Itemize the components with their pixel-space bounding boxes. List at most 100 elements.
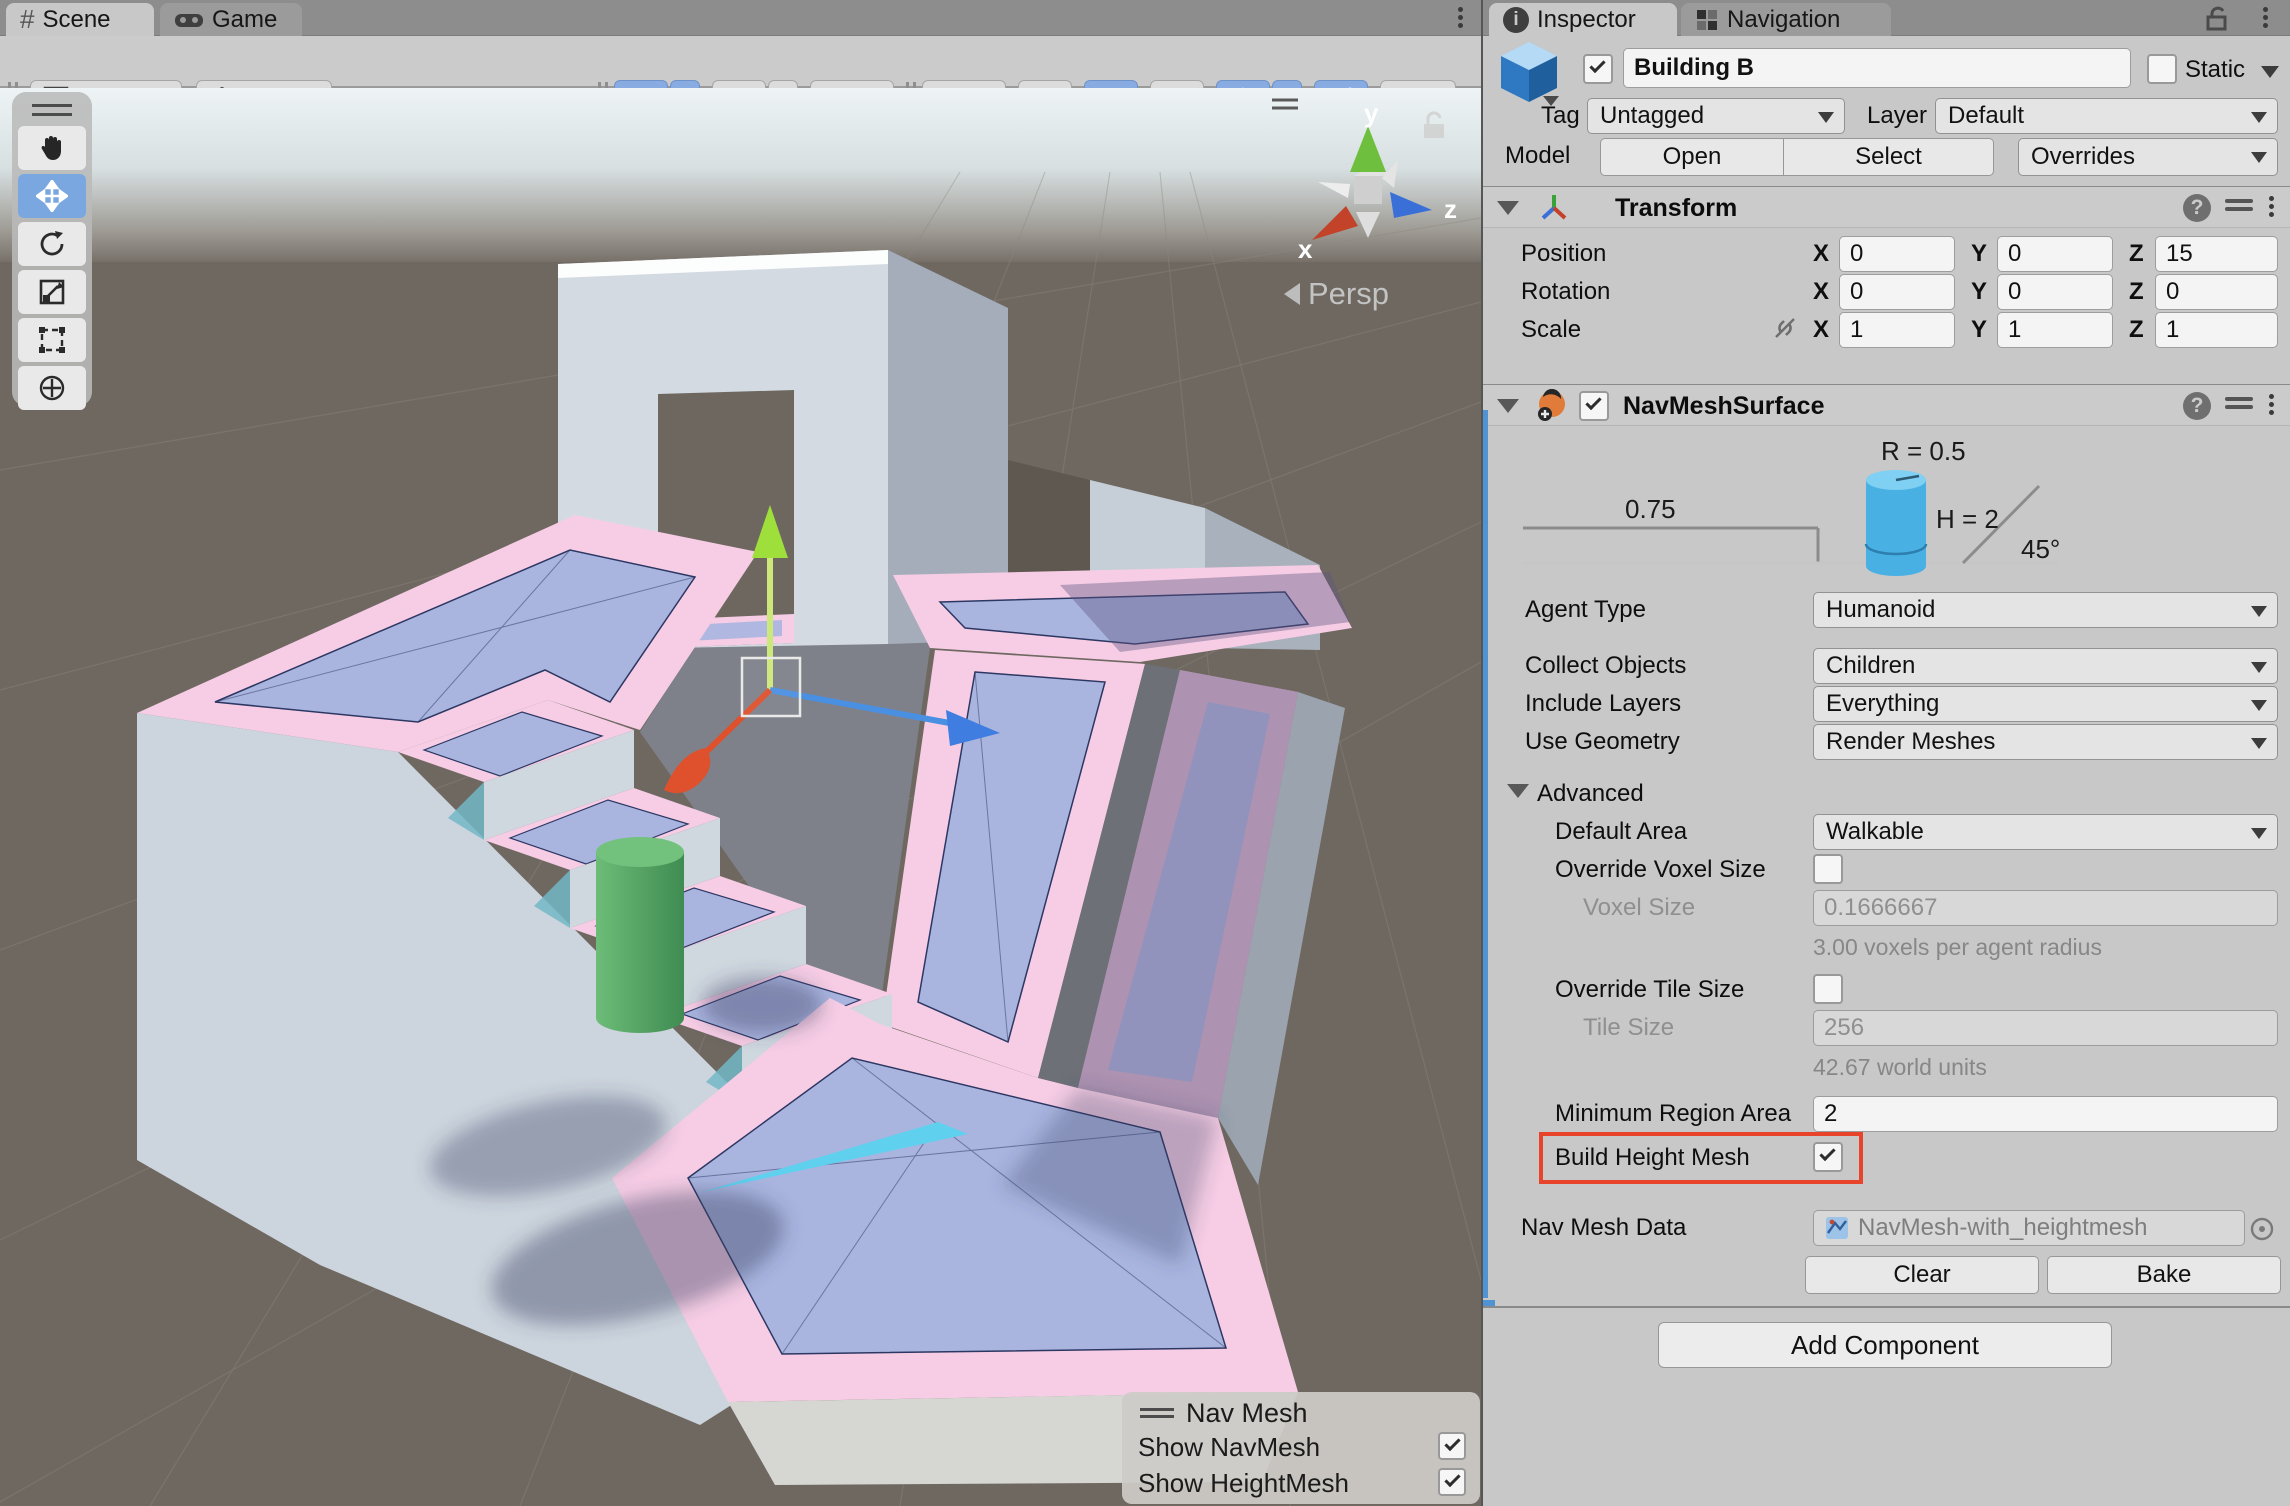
tab-scene[interactable]: # Scene <box>6 3 154 36</box>
active-checkbox[interactable] <box>1583 54 1613 84</box>
axis-y: Y <box>1971 278 1987 306</box>
navmesh-legend-overlay: Nav Mesh Show NavMesh Show HeightMesh <box>1122 1392 1480 1504</box>
voxel-size-hint: 3.00 voxels per agent radius <box>1813 934 2102 961</box>
scene-toolbar: Center Local <box>0 36 1481 88</box>
object-picker-icon[interactable] <box>2249 1216 2275 1242</box>
rect-tool-button[interactable] <box>18 318 86 362</box>
agent-type-dropdown[interactable]: Humanoid <box>1813 592 2278 628</box>
help-icon[interactable]: ? <box>2183 194 2211 222</box>
presets-icon[interactable] <box>2225 393 2253 419</box>
inspector-pane: i Inspector Navigation Building B Static… <box>1483 0 2290 1506</box>
component-enabled-checkbox[interactable] <box>1579 391 1609 421</box>
position-label: Position <box>1521 240 1606 268</box>
rotation-x-field[interactable]: 0 <box>1839 274 1955 310</box>
navigation-icon <box>1695 8 1719 32</box>
navmeshsurface-icon <box>1535 389 1569 423</box>
persp-label: Persp <box>1308 276 1389 311</box>
tag-dropdown[interactable]: Untagged <box>1587 98 1845 134</box>
clear-button[interactable]: Clear <box>1805 1256 2039 1294</box>
component-menu-icon[interactable] <box>2269 394 2274 399</box>
diagram-height-label: H = 2 <box>1936 504 1999 534</box>
legend-handle-icon[interactable] <box>1140 1408 1174 1418</box>
component-menu-icon[interactable] <box>2269 196 2274 201</box>
navmeshsurface-header[interactable]: NavMeshSurface ? <box>1483 384 2290 426</box>
scene-tab-menu-icon[interactable] <box>1458 7 1463 12</box>
override-tile-checkbox[interactable] <box>1813 974 1843 1004</box>
help-icon[interactable]: ? <box>2183 392 2211 420</box>
scale-icon <box>37 277 67 307</box>
transform-icon <box>37 373 67 403</box>
rotation-y-field[interactable]: 0 <box>1997 274 2113 310</box>
scale-y-field[interactable]: 1 <box>1997 312 2113 348</box>
use-geometry-dropdown[interactable]: Render Meshes <box>1813 724 2278 760</box>
advanced-foldout-icon[interactable] <box>1507 784 1529 798</box>
build-height-mesh-label: Build Height Mesh <box>1555 1144 1750 1172</box>
navmesh-asset-icon <box>1824 1215 1850 1241</box>
static-checkbox[interactable] <box>2147 54 2177 84</box>
axis-x: X <box>1813 316 1829 344</box>
override-voxel-label: Override Voxel Size <box>1555 856 1766 884</box>
link-broken-icon[interactable] <box>1771 314 1799 342</box>
voxel-size-label: Voxel Size <box>1583 894 1695 922</box>
scene-viewport[interactable]: y x z Persp <box>0 88 1481 1506</box>
clear-label: Clear <box>1893 1261 1950 1289</box>
default-area-dropdown[interactable]: Walkable <box>1813 814 2278 850</box>
include-layers-dropdown[interactable]: Everything <box>1813 686 2278 722</box>
scale-label: Scale <box>1521 316 1581 344</box>
tab-inspector[interactable]: i Inspector <box>1489 3 1677 36</box>
scale-x-field[interactable]: 1 <box>1839 312 1955 348</box>
collect-objects-label: Collect Objects <box>1525 652 1686 680</box>
open-label: Open <box>1663 143 1722 171</box>
position-x-field[interactable]: 0 <box>1839 236 1955 272</box>
add-component-button[interactable]: Add Component <box>1658 1322 2112 1368</box>
position-y-field[interactable]: 0 <box>1997 236 2113 272</box>
gameobject-name-field[interactable]: Building B <box>1623 48 2131 88</box>
scene-tabbar: # Scene Game <box>0 0 1481 36</box>
build-height-mesh-checkbox[interactable] <box>1813 1142 1843 1172</box>
show-heightmesh-checkbox[interactable] <box>1438 1468 1466 1496</box>
move-tool-button[interactable] <box>18 174 86 218</box>
layer-dropdown[interactable]: Default <box>1935 98 2278 134</box>
tab-navigation[interactable]: Navigation <box>1681 3 1891 36</box>
inspector-tabbar: i Inspector Navigation <box>1483 0 2290 36</box>
overrides-dropdown[interactable]: Overrides <box>2018 138 2278 176</box>
min-region-field[interactable]: 2 <box>1813 1096 2278 1132</box>
static-dropdown-icon[interactable] <box>2261 66 2279 78</box>
include-layers-label: Include Layers <box>1525 690 1681 718</box>
override-voxel-checkbox[interactable] <box>1813 854 1843 884</box>
advanced-foldout-label[interactable]: Advanced <box>1537 780 1644 808</box>
lock-icon[interactable] <box>2204 4 2230 32</box>
rotate-icon <box>37 229 67 259</box>
tab-inspector-label: Inspector <box>1537 6 1636 34</box>
axis-z: Z <box>2129 240 2144 268</box>
presets-icon[interactable] <box>2225 195 2253 221</box>
scale-tool-button[interactable] <box>18 270 86 314</box>
transform-tool-button[interactable] <box>18 366 86 410</box>
rotate-tool-button[interactable] <box>18 222 86 266</box>
model-select-button[interactable]: Select <box>1784 138 1994 176</box>
model-open-button[interactable]: Open <box>1600 138 1784 176</box>
rotation-z-field[interactable]: 0 <box>2155 274 2278 310</box>
nav-mesh-data-label: Nav Mesh Data <box>1521 1214 1686 1242</box>
axis-x-label: x <box>1298 234 1313 264</box>
inspector-menu-icon[interactable] <box>2263 7 2268 12</box>
bake-button[interactable]: Bake <box>2047 1256 2281 1294</box>
tag-value: Untagged <box>1600 102 1704 130</box>
move-icon <box>36 180 68 212</box>
show-navmesh-checkbox[interactable] <box>1438 1432 1466 1460</box>
nav-mesh-data-field[interactable]: NavMesh-with_heightmesh <box>1813 1210 2245 1246</box>
model-label: Model <box>1505 142 1570 170</box>
tab-game[interactable]: Game <box>160 3 302 36</box>
scene-grid-icon: # <box>20 4 34 35</box>
tool-palette <box>12 92 92 406</box>
scale-z-field[interactable]: 1 <box>2155 312 2278 348</box>
gamepad-icon <box>174 10 204 30</box>
legend-title: Nav Mesh <box>1186 1398 1308 1429</box>
palette-handle-icon[interactable] <box>32 104 72 116</box>
axis-x: X <box>1813 240 1829 268</box>
collect-objects-dropdown[interactable]: Children <box>1813 648 2278 684</box>
hand-tool-button[interactable] <box>18 126 86 170</box>
transform-header[interactable]: Transform ? <box>1483 186 2290 228</box>
position-z-field[interactable]: 15 <box>2155 236 2278 272</box>
bake-label: Bake <box>2137 1261 2192 1289</box>
